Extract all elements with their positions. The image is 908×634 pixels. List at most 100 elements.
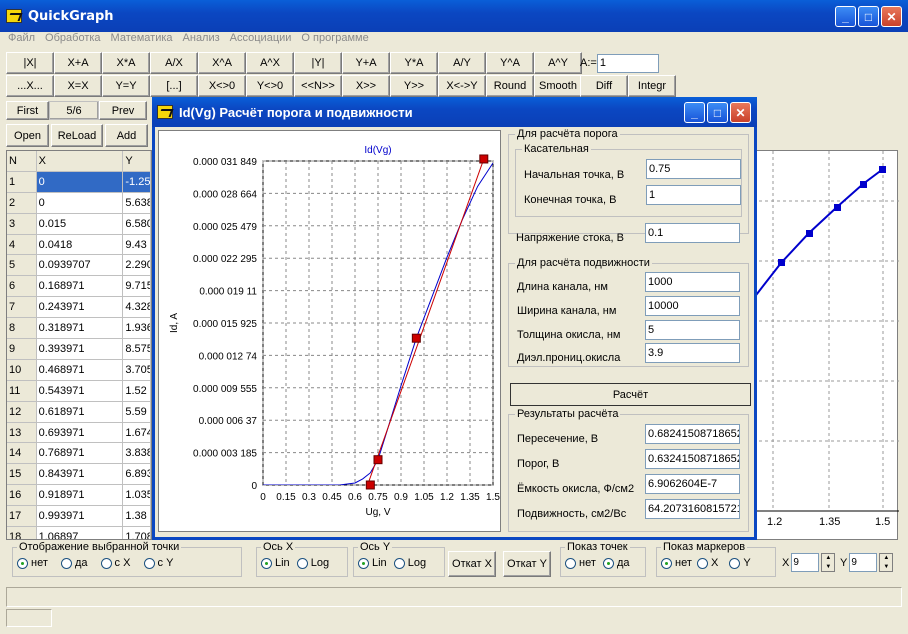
table-cell[interactable]: 1.708 — [123, 527, 151, 539]
table-cell[interactable]: 1.035 — [123, 485, 151, 506]
table-cell[interactable]: 8.575 — [123, 339, 151, 359]
drain-voltage-input[interactable]: 0.1 — [645, 223, 740, 243]
data-table[interactable]: N X Y 1 0 -1.25 2 0 5.638 3 0.015 6.580 4 0.0418 9.43 5… — [6, 150, 152, 540]
table-row[interactable]: 2 0 5.638 — [7, 192, 151, 214]
column-header[interactable]: Y — [123, 151, 151, 171]
tool-button[interactable]: Y*A — [390, 52, 438, 74]
dialog-maximize-button[interactable]: □ — [707, 102, 728, 123]
tool-button[interactable]: X*A — [102, 52, 150, 74]
tool-button[interactable]: X+A — [54, 52, 102, 74]
capacitance-output[interactable]: 6.9062604E-7 — [645, 474, 740, 494]
table-cell[interactable]: 7 — [7, 297, 37, 318]
table-row[interactable]: 10 0.468971 3.705 — [7, 359, 151, 381]
table-cell[interactable]: 0.168971 — [37, 276, 124, 297]
table-cell[interactable]: 8 — [7, 318, 37, 339]
table-cell[interactable]: 14 — [7, 443, 37, 464]
table-row[interactable]: 1 0 -1.25 — [7, 171, 151, 193]
tool-button[interactable]: A/Y — [438, 52, 486, 74]
open-button[interactable]: Open — [6, 124, 49, 147]
data-point-marker[interactable] — [479, 154, 489, 164]
point-display-none[interactable]: нет — [17, 557, 48, 569]
table-row[interactable]: 9 0.393971 8.575 — [7, 339, 151, 360]
table-cell[interactable]: 2.290 — [123, 255, 151, 276]
spin-x-arrows[interactable]: ▲ ▼ — [821, 553, 836, 572]
table-cell[interactable]: 3 — [7, 213, 37, 234]
table-cell[interactable]: 5.638 — [123, 192, 151, 213]
table-cell[interactable]: 1.06897 — [37, 527, 124, 539]
axis-x-lin[interactable]: Lin — [261, 557, 290, 569]
table-cell[interactable]: 3.705 — [123, 359, 151, 380]
table-row[interactable]: 4 0.0418 9.43 — [7, 234, 151, 256]
table-cell[interactable]: 11 — [7, 380, 37, 401]
table-row[interactable]: 11 0.543971 1.52 — [7, 380, 151, 402]
table-row[interactable]: 18 1.06897 1.708 — [7, 527, 151, 539]
table-row[interactable]: 13 0.693971 1.674 — [7, 422, 151, 444]
point-display-x[interactable]: с X — [100, 557, 130, 569]
table-cell[interactable]: 0.393971 — [37, 339, 124, 359]
table-cell[interactable]: 0.993971 — [37, 506, 124, 527]
spin-y-arrows[interactable]: ▲ ▼ — [879, 553, 894, 572]
tool-button[interactable]: <<N>> — [294, 75, 342, 97]
table-cell[interactable]: 0 — [36, 171, 124, 192]
table-cell[interactable]: 1.936 — [123, 318, 151, 339]
table-cell[interactable]: 3.838 — [123, 443, 151, 464]
show-points-no[interactable]: нет — [565, 557, 596, 569]
tool-button[interactable]: |Y| — [294, 52, 342, 74]
tool-button[interactable]: X<->Y — [438, 75, 486, 97]
table-cell[interactable]: 0.618971 — [37, 401, 124, 422]
up-arrow-icon[interactable]: ▲ — [883, 555, 889, 561]
dialog-minimize-button[interactable]: _ — [684, 102, 705, 123]
table-cell[interactable]: 12 — [7, 401, 37, 422]
eps-input[interactable]: 3.9 — [645, 343, 740, 363]
spin-y-input[interactable] — [849, 553, 878, 572]
oxide-input[interactable]: 5 — [645, 320, 740, 340]
tool-button[interactable]: Y<>0 — [246, 75, 294, 97]
menu-file[interactable]: Файл — [8, 32, 35, 48]
tool-button[interactable]: Smooth — [534, 75, 582, 97]
show-markers-y[interactable]: Y — [729, 557, 751, 569]
axis-y-lin[interactable]: Lin — [358, 557, 387, 569]
tool-button[interactable]: Y>> — [390, 75, 438, 97]
table-cell[interactable]: 0.918971 — [37, 485, 124, 506]
add-button[interactable]: Add — [105, 124, 148, 147]
reload-button[interactable]: ReLoad — [51, 124, 103, 147]
table-row[interactable]: 3 0.015 6.580 — [7, 213, 151, 235]
tool-button[interactable]: Y=Y — [102, 75, 150, 97]
down-arrow-icon[interactable]: ▼ — [825, 564, 831, 570]
table-cell[interactable]: 1 — [7, 171, 37, 192]
table-cell[interactable]: 15 — [7, 464, 37, 485]
diff-button[interactable]: Diff — [580, 75, 628, 97]
tool-button[interactable]: X=X — [54, 75, 102, 97]
table-cell[interactable]: 0.768971 — [37, 443, 124, 464]
tool-button[interactable]: X>> — [342, 75, 390, 97]
table-cell[interactable]: 6.580 — [123, 213, 151, 234]
length-input[interactable]: 1000 — [645, 272, 740, 292]
undo-x-button[interactable]: Откат X — [448, 551, 496, 577]
spin-x-input[interactable] — [791, 553, 820, 572]
calculate-button[interactable]: Расчёт — [510, 383, 751, 406]
table-cell[interactable]: 5.59 — [123, 401, 151, 422]
dialog-close-button[interactable]: ✕ — [730, 102, 751, 123]
point-display-yes[interactable]: да — [60, 557, 87, 569]
table-cell[interactable]: 0.468971 — [37, 359, 124, 380]
axis-x-log[interactable]: Log — [296, 557, 329, 569]
table-cell[interactable]: 9.43 — [123, 234, 151, 255]
menu-about[interactable]: О программе — [301, 32, 368, 48]
table-row[interactable]: 5 0.0939707 2.290 — [7, 255, 151, 277]
tool-button[interactable]: X^A — [198, 52, 246, 74]
up-arrow-icon[interactable]: ▲ — [825, 555, 831, 561]
column-header[interactable]: N — [7, 151, 37, 171]
table-cell[interactable]: 13 — [7, 422, 37, 443]
table-row[interactable]: 16 0.918971 1.035 — [7, 485, 151, 507]
table-cell[interactable]: 4 — [7, 234, 37, 255]
table-row[interactable]: 8 0.318971 1.936 — [7, 318, 151, 340]
tool-button[interactable]: |X| — [6, 52, 54, 74]
data-point-marker[interactable] — [373, 455, 383, 465]
table-cell[interactable]: 0.543971 — [37, 380, 124, 401]
maximize-button[interactable]: □ — [858, 6, 879, 27]
table-row[interactable]: 14 0.768971 3.838 — [7, 443, 151, 465]
menu-associations[interactable]: Ассоциации — [230, 32, 292, 48]
table-cell[interactable]: 4.328 — [123, 297, 151, 318]
table-cell[interactable]: 6.893 — [123, 464, 151, 485]
point-display-y[interactable]: с Y — [143, 557, 173, 569]
